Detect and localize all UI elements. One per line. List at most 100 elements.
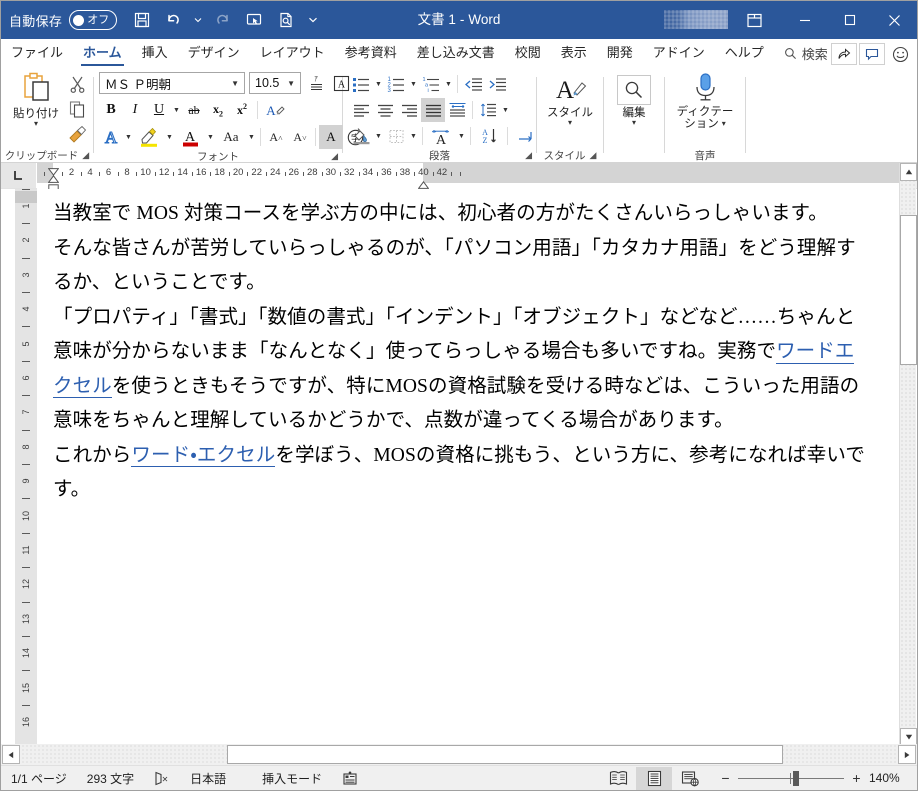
horizontal-scroll-track[interactable] — [21, 744, 897, 765]
increase-indent-button[interactable] — [485, 72, 509, 96]
highlight-color-dropdown-button[interactable]: ▼ — [164, 125, 175, 149]
bullets-button[interactable] — [349, 72, 373, 96]
tab-developer[interactable]: 開発 — [597, 39, 643, 67]
bold-button[interactable]: B — [99, 98, 123, 122]
styles-dialog-launcher[interactable]: ◢ — [590, 150, 597, 161]
chevron-down-icon[interactable]: ▼ — [228, 79, 242, 88]
shading-dropdown-button[interactable]: ▼ — [373, 124, 384, 148]
line-spacing-dropdown-button[interactable]: ▼ — [500, 98, 511, 122]
print-layout-button[interactable] — [636, 766, 672, 790]
subscript-button[interactable]: x2 — [206, 98, 230, 122]
tab-insert[interactable]: 挿入 — [132, 39, 178, 67]
scroll-left-button[interactable] — [2, 745, 20, 764]
clipboard-dialog-launcher[interactable]: ◢ — [82, 150, 89, 161]
editing-dropdown-caret[interactable]: ▾ — [632, 119, 636, 127]
borders-button[interactable] — [384, 124, 408, 148]
scroll-up-button[interactable] — [900, 163, 917, 181]
document-paragraph[interactable]: 当教室で MOS 対策コースを学ぶ方の中には、初心者の方がたくさんいらっしゃいま… — [53, 197, 874, 232]
underline-dropdown-button[interactable]: ▼ — [171, 98, 182, 122]
line-spacing-button[interactable] — [476, 98, 500, 122]
char-spacing-dropdown-button[interactable]: ▼ — [456, 124, 467, 148]
zoom-in-button[interactable]: + — [851, 770, 862, 786]
document-body-text[interactable]: 当教室で MOS 対策コースを学ぶ方の中には、初心者の方がたくさんいらっしゃいま… — [53, 197, 874, 508]
underline-button[interactable]: U — [147, 98, 171, 122]
vertical-scroll-thumb[interactable] — [900, 215, 917, 365]
strikethrough-button[interactable]: ab — [182, 98, 206, 122]
tab-mailings[interactable]: 差し込み文書 — [407, 39, 505, 67]
editing-button[interactable]: 編集 ▾ — [608, 73, 660, 127]
copy-button[interactable] — [65, 97, 89, 121]
format-painter-button[interactable] — [65, 122, 89, 146]
borders-dropdown-button[interactable]: ▼ — [408, 124, 419, 148]
feedback-button[interactable] — [887, 42, 913, 66]
vertical-scrollbar[interactable] — [899, 163, 917, 746]
styles-button[interactable]: A スタイル ▾ — [544, 73, 596, 127]
align-right-button[interactable] — [397, 98, 421, 122]
print-preview-button[interactable] — [271, 5, 301, 35]
dictate-dropdown-caret[interactable]: ▾ — [722, 120, 726, 128]
right-indent-marker[interactable] — [417, 176, 430, 189]
tab-home[interactable]: ホーム — [73, 39, 132, 67]
change-case-button[interactable]: Aa — [216, 125, 246, 149]
share-button[interactable] — [831, 43, 857, 65]
chevron-down-icon[interactable]: ▼ — [284, 79, 298, 88]
ruler-track[interactable]: 2 4 6 8 10 12 14 16 18 20 22 24 26 28 30 32 34 36 38 40 42 — [37, 163, 900, 189]
save-button[interactable] — [127, 5, 157, 35]
customize-qat-button[interactable] — [302, 5, 324, 35]
zoom-level-label[interactable]: 140% — [869, 771, 909, 785]
redo-button[interactable] — [207, 5, 237, 35]
tab-references[interactable]: 参考資料 — [335, 39, 407, 67]
font-size-combobox[interactable]: 10.5 ▼ — [249, 72, 301, 94]
bullets-dropdown-button[interactable]: ▼ — [373, 72, 384, 96]
autosave-control[interactable]: 自動保存 オフ — [9, 10, 118, 30]
paste-button[interactable]: 貼り付け ▾ — [9, 70, 63, 128]
document-page[interactable]: 当教室で MOS 対策コースを学ぶ方の中には、初心者の方がたくさんいらっしゃいま… — [37, 189, 884, 746]
ribbon-display-options-button[interactable] — [739, 5, 769, 35]
maximize-button[interactable] — [827, 1, 872, 39]
tab-addins[interactable]: アドイン — [643, 39, 715, 67]
vertical-ruler[interactable]: 1 2 3 4 5 6 7 8 9 10 11 12 13 14 15 16 — [1, 188, 37, 746]
multilevel-list-button[interactable]: 1 a i — [419, 72, 443, 96]
document-hyperlink[interactable]: ワード・エクセル — [131, 444, 276, 467]
superscript-button[interactable]: x2 — [230, 98, 254, 122]
change-case-dropdown-button[interactable]: ▼ — [246, 125, 257, 149]
tab-layout[interactable]: レイアウト — [250, 39, 335, 67]
clear-formatting-button[interactable]: A — [261, 98, 291, 122]
undo-dropdown-button[interactable] — [190, 5, 206, 35]
page-indicator[interactable]: 1/1 ページ — [1, 766, 77, 791]
shrink-font-button[interactable]: A˅ — [288, 125, 312, 149]
minimize-button[interactable] — [782, 1, 827, 39]
tab-help[interactable]: ヘルプ — [715, 39, 774, 67]
close-button[interactable] — [872, 1, 917, 39]
numbering-button[interactable]: 1 2 3 — [384, 72, 408, 96]
character-shading-button[interactable]: A — [319, 125, 343, 149]
font-name-combobox[interactable]: ＭＳ Ｐ明朝 ▼ — [99, 72, 245, 94]
horizontal-ruler[interactable]: 2 4 6 8 10 12 14 16 18 20 22 24 26 28 30 32 34 36 38 40 42 — [1, 163, 917, 189]
tab-design[interactable]: デザイン — [178, 39, 250, 67]
accessibility-checker[interactable] — [332, 766, 368, 791]
justify-button[interactable] — [421, 98, 445, 122]
italic-button[interactable]: I — [123, 98, 147, 122]
read-mode-button[interactable] — [600, 767, 636, 790]
character-spacing-button[interactable]: A — [426, 124, 456, 148]
align-center-button[interactable] — [373, 98, 397, 122]
comments-button[interactable] — [859, 43, 885, 65]
autosave-toggle[interactable]: オフ — [69, 10, 118, 30]
numbering-dropdown-button[interactable]: ▼ — [408, 72, 419, 96]
tab-file[interactable]: ファイル — [1, 39, 73, 67]
document-paragraph[interactable]: これからワード・エクセルを学ぼう、MOSの資格に挑もう、という方に、参考になれば… — [53, 439, 874, 508]
undo-button[interactable] — [159, 5, 189, 35]
text-highlight-color-button[interactable] — [134, 125, 164, 149]
shading-button[interactable] — [349, 124, 373, 148]
font-color-dropdown-button[interactable]: ▼ — [205, 125, 216, 149]
word-count[interactable]: 293 文字 — [77, 766, 144, 791]
decrease-indent-button[interactable] — [461, 72, 485, 96]
horizontal-scroll-thumb[interactable] — [227, 745, 783, 764]
font-color-button[interactable]: A — [175, 125, 205, 149]
tab-view[interactable]: 表示 — [551, 39, 597, 67]
document-paragraph[interactable]: 「プロパティ」「書式」「数値の書式」「インデント」「オブジェクト」などなど……ち… — [53, 301, 874, 439]
proofing-status[interactable]: ✕ — [144, 766, 180, 791]
dictate-button[interactable]: ディクテー ション ▾ — [667, 70, 743, 130]
zoom-control[interactable]: − + 140% — [708, 770, 917, 786]
paragraph-dialog-launcher[interactable]: ◢ — [525, 150, 532, 161]
